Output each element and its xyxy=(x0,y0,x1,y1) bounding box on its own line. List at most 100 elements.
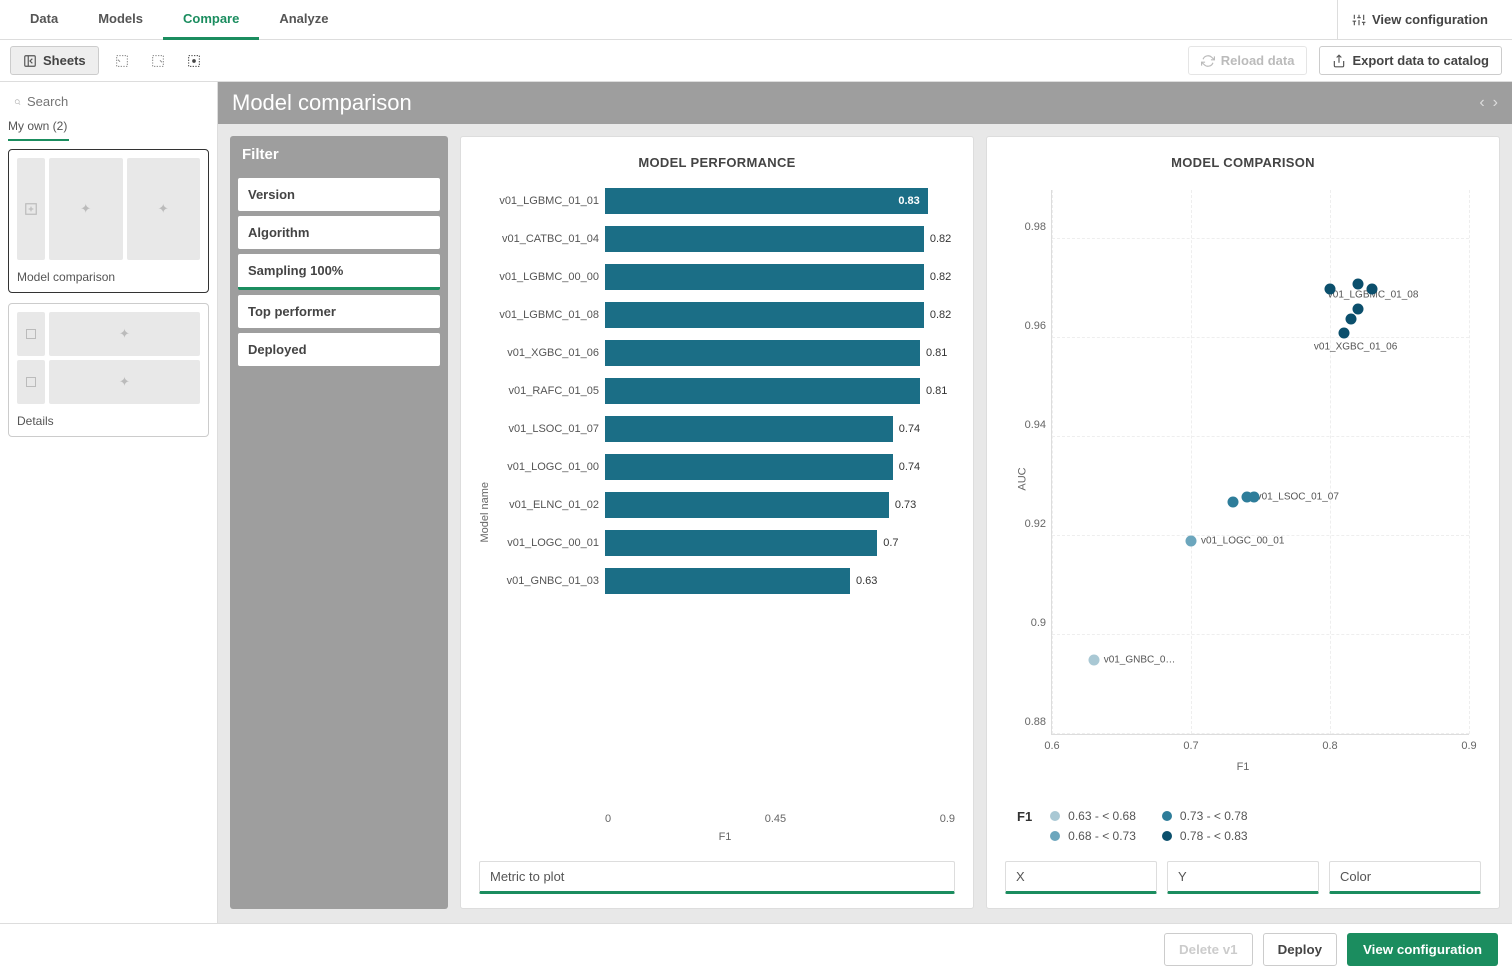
bar-row: v01_GNBC_01_03 0.63 xyxy=(495,562,955,600)
performance-chart-panel: MODEL PERFORMANCE Model name v01_LGBMC_0… xyxy=(460,136,974,909)
filter-version[interactable]: Version xyxy=(238,178,440,211)
bar-value: 0.63 xyxy=(856,575,877,587)
bar-category-label: v01_XGBC_01_06 xyxy=(495,347,605,359)
metric-to-plot-select[interactable]: Metric to plot xyxy=(479,861,955,894)
scatter-point[interactable] xyxy=(1345,313,1356,324)
bar-value: 0.83 xyxy=(898,195,919,207)
bar-fill[interactable] xyxy=(605,264,924,290)
comp-xlabel: F1 xyxy=(1237,761,1250,773)
nav-tab-data[interactable]: Data xyxy=(10,0,78,40)
sheets-button[interactable]: Sheets xyxy=(10,46,99,75)
scatter-point[interactable] xyxy=(1248,491,1259,502)
sheet-card-details[interactable]: ✦ ✦ Details xyxy=(8,303,209,437)
filter-algorithm[interactable]: Algorithm xyxy=(238,216,440,249)
search-input[interactable] xyxy=(27,94,203,109)
bar-fill[interactable] xyxy=(605,416,893,442)
scatter-label: v01_LSOC_01_07 xyxy=(1257,491,1339,502)
comp-ylabel: AUC xyxy=(1017,467,1029,490)
nav-tab-analyze[interactable]: Analyze xyxy=(259,0,348,40)
view-configuration-button[interactable]: View configuration xyxy=(1347,933,1498,966)
export-icon xyxy=(1332,54,1346,68)
bar-value: 0.81 xyxy=(926,347,947,359)
view-configuration-top[interactable]: View configuration xyxy=(1337,0,1502,40)
scatter-point[interactable] xyxy=(1185,536,1196,547)
bar-category-label: v01_GNBC_01_03 xyxy=(495,575,605,587)
scatter-point[interactable] xyxy=(1366,283,1377,294)
filter-top-performer[interactable]: Top performer xyxy=(238,295,440,328)
filter-sampling-100-[interactable]: Sampling 100% xyxy=(238,254,440,290)
bar-row: v01_ELNC_01_020.73 xyxy=(495,486,955,524)
tool-reset-icon[interactable] xyxy=(109,48,135,74)
add-icon xyxy=(24,202,38,216)
bar-fill[interactable] xyxy=(605,492,889,518)
bar-row: v01_LOGC_01_000.74 xyxy=(495,448,955,486)
sheet-card-model-comparison[interactable]: ✦ ✦ Model comparison xyxy=(8,149,209,293)
bar-category-label: v01_LGBMC_01_01 xyxy=(495,195,605,207)
sidebar-tab-my-own[interactable]: My own (2) xyxy=(8,113,69,141)
performance-title: MODEL PERFORMANCE xyxy=(479,155,955,170)
bar-value: 0.81 xyxy=(926,385,947,397)
scatter-ytick: 0.98 xyxy=(1016,221,1046,233)
scatter-ytick: 0.96 xyxy=(1016,320,1046,332)
bar-fill[interactable] xyxy=(605,568,850,594)
nav-tab-models[interactable]: Models xyxy=(78,0,163,40)
bar-row: v01_RAFC_01_05 0.81 xyxy=(495,372,955,410)
prev-sheet-button[interactable]: ‹ xyxy=(1479,94,1484,112)
scatter-point[interactable] xyxy=(1352,278,1363,289)
y-select[interactable]: Y xyxy=(1167,861,1319,894)
filter-title: Filter xyxy=(230,136,448,173)
legend-label: 0.78 - < 0.83 xyxy=(1180,829,1248,843)
filter-deployed[interactable]: Deployed xyxy=(238,333,440,366)
scatter-point[interactable] xyxy=(1227,496,1238,507)
scatter-label: v01_XGBC_01_06 xyxy=(1314,342,1397,353)
add-icon xyxy=(25,328,37,340)
bar-fill[interactable] xyxy=(605,340,920,366)
tool-expand-icon[interactable] xyxy=(145,48,171,74)
export-data-button[interactable]: Export data to catalog xyxy=(1319,46,1502,75)
legend-item: 0.78 - < 0.83 xyxy=(1162,829,1248,843)
panel-collapse-icon xyxy=(23,54,37,68)
sliders-icon xyxy=(1352,13,1366,27)
xtick: 0.45 xyxy=(765,813,786,825)
sheet-label: Model comparison xyxy=(13,264,204,288)
scatter-xtick: 0.7 xyxy=(1183,740,1198,752)
legend-title: F1 xyxy=(1017,809,1032,824)
bar-category-label: v01_LOGC_00_01 xyxy=(495,537,605,549)
x-select[interactable]: X xyxy=(1005,861,1157,894)
comparison-title: MODEL COMPARISON xyxy=(1005,155,1481,170)
bar-fill[interactable] xyxy=(605,226,924,252)
legend-dot-icon xyxy=(1050,811,1060,821)
tool-focus-icon[interactable] xyxy=(181,48,207,74)
deploy-button[interactable]: Deploy xyxy=(1263,933,1337,966)
scatter-label: v01_GNBC_0… xyxy=(1104,654,1176,665)
legend-label: 0.68 - < 0.73 xyxy=(1068,829,1136,843)
search-icon xyxy=(14,95,21,109)
scatter-point[interactable] xyxy=(1088,654,1099,665)
bar-row: v01_LGBMC_00_000.82 xyxy=(495,258,955,296)
scatter-xtick: 0.8 xyxy=(1322,740,1337,752)
bar-fill[interactable] xyxy=(605,454,893,480)
bar-fill[interactable] xyxy=(605,378,920,404)
bar-category-label: v01_RAFC_01_05 xyxy=(495,385,605,397)
color-select[interactable]: Color xyxy=(1329,861,1481,894)
xtick: 0.9 xyxy=(940,813,955,825)
nav-tab-compare[interactable]: Compare xyxy=(163,0,259,40)
bar-category-label: v01_CATBC_01_04 xyxy=(495,233,605,245)
bar-fill[interactable]: 0.83 xyxy=(605,188,928,214)
puzzle-icon: ✦ xyxy=(119,374,130,390)
next-sheet-button[interactable]: › xyxy=(1493,94,1498,112)
scatter-point[interactable] xyxy=(1338,328,1349,339)
add-icon xyxy=(25,376,37,388)
scatter-point[interactable] xyxy=(1324,283,1335,294)
bar-fill[interactable] xyxy=(605,530,877,556)
bar-row: v01_LOGC_00_010.7 xyxy=(495,524,955,562)
comparison-chart-panel: MODEL COMPARISON AUC 0.60.70.80.90.880.9… xyxy=(986,136,1500,909)
bar-fill[interactable] xyxy=(605,302,924,328)
legend-label: 0.73 - < 0.78 xyxy=(1180,809,1248,823)
scatter-xtick: 0.6 xyxy=(1044,740,1059,752)
scatter-point[interactable] xyxy=(1352,303,1363,314)
bar-value: 0.82 xyxy=(930,233,951,245)
bar-category-label: v01_LSOC_01_07 xyxy=(495,423,605,435)
puzzle-icon: ✦ xyxy=(80,201,91,217)
reload-data-button: Reload data xyxy=(1188,46,1308,75)
